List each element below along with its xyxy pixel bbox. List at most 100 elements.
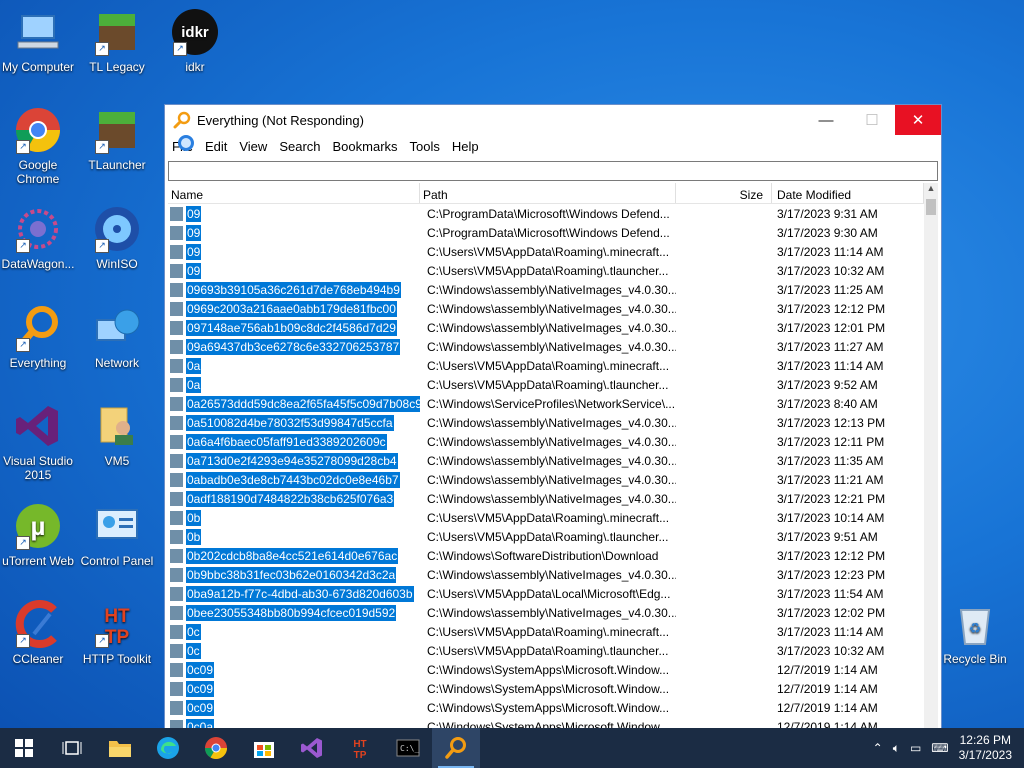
- desktop-icon-ccleaner[interactable]: ↗ CCleaner: [0, 600, 76, 666]
- desktop-icon-control-panel[interactable]: Control Panel: [79, 502, 155, 568]
- taskbar-edge[interactable]: [144, 728, 192, 768]
- table-row[interactable]: 0a C:\Users\VM5\AppData\Roaming\.minecraf…: [168, 356, 924, 375]
- minimize-button[interactable]: —: [803, 105, 849, 135]
- task-view-button[interactable]: [48, 728, 96, 768]
- taskbar-chrome[interactable]: [192, 728, 240, 768]
- column-header-name[interactable]: Name: [168, 183, 420, 203]
- desktop-icon-idkr[interactable]: idkr ↗ idkr: [157, 8, 233, 74]
- menu-help[interactable]: Help: [452, 139, 487, 154]
- taskbar-http-toolkit[interactable]: HT TP: [336, 728, 384, 768]
- desktop-icon-vm5[interactable]: VM5: [79, 402, 155, 468]
- menu-tools[interactable]: Tools: [410, 139, 448, 154]
- table-row[interactable]: 09 C:\ProgramData\Microsoft\Windows Defen…: [168, 204, 924, 223]
- table-row[interactable]: 0b9bbc38b31fec03b62e0160342d3c2a C:\Windo…: [168, 565, 924, 584]
- desktop-icon-recycle-bin[interactable]: ♻ Recycle Bin: [937, 600, 1013, 666]
- table-row[interactable]: 0969c2003a216aae0abb179de81fbc00 C:\Windo…: [168, 299, 924, 318]
- cell-path: C:\Windows\assembly\NativeImages_v4.0.30…: [427, 472, 676, 487]
- menu-bookmarks[interactable]: Bookmarks: [333, 139, 406, 154]
- table-row[interactable]: 0ba9a12b-f77c-4dbd-ab30-673d820d603b C:\U…: [168, 584, 924, 603]
- table-row[interactable]: 09a69437db3ce6278c6e332706253787 C:\Windo…: [168, 337, 924, 356]
- table-row[interactable]: 0a713d0e2f4293e94e35278099d28cb4 C:\Windo…: [168, 451, 924, 470]
- volume-icon[interactable]: 🔈︎: [893, 741, 900, 756]
- svg-text:♻: ♻: [969, 621, 982, 637]
- taskbar-store[interactable]: [240, 728, 288, 768]
- taskbar-everything[interactable]: [432, 728, 480, 768]
- window-title: Everything (Not Responding): [197, 112, 364, 128]
- table-row[interactable]: 0abadb0e3de8cb7443bc02dc0e8e46b7 C:\Windo…: [168, 470, 924, 489]
- table-row[interactable]: 0b C:\Users\VM5\AppData\Roaming\.minecraf…: [168, 508, 924, 527]
- table-row[interactable]: 0a510082d4be78032f53d99847d5ccfa C:\Windo…: [168, 413, 924, 432]
- menu-search[interactable]: Search: [279, 139, 328, 154]
- menu-bar: File Edit View Search Bookmarks Tools He…: [165, 135, 941, 157]
- desktop-icon-visual-studio[interactable]: Visual Studio 2015: [0, 402, 76, 482]
- table-row[interactable]: 0b C:\Users\VM5\AppData\Roaming\.tlaunche…: [168, 527, 924, 546]
- table-row[interactable]: 0c C:\Users\VM5\AppData\Roaming\.tlaunche…: [168, 641, 924, 660]
- cell-path: C:\Users\VM5\AppData\Roaming\.tlauncher.…: [427, 529, 669, 544]
- table-row[interactable]: 09 C:\Users\VM5\AppData\Roaming\.tlaunche…: [168, 261, 924, 280]
- file-name: 0c: [186, 623, 201, 640]
- window-titlebar[interactable]: Everything (Not Responding) — ☐ ✕: [165, 105, 941, 135]
- results-rows: 09 C:\ProgramData\Microsoft\Windows Defen…: [168, 204, 924, 736]
- cell-name: 097148ae756ab1b09c8dc2f4586d7d29: [168, 319, 420, 336]
- cell-date-modified: 3/17/2023 10:32 AM: [777, 263, 885, 278]
- desktop-icon-my-computer[interactable]: My Computer: [0, 8, 76, 74]
- start-button[interactable]: [0, 728, 48, 768]
- desktop-icon-http-toolkit[interactable]: HT TP ↗ HTTP Toolkit: [79, 600, 155, 666]
- task-view-icon: [62, 741, 82, 755]
- column-header-size[interactable]: Size: [676, 183, 772, 203]
- desktop-icon-tlauncher[interactable]: ↗ TLauncher: [79, 106, 155, 172]
- scroll-up-icon[interactable]: ▲: [924, 183, 938, 197]
- table-row[interactable]: 0a C:\Users\VM5\AppData\Roaming\.tlaunche…: [168, 375, 924, 394]
- keyboard-icon[interactable]: ⌨: [931, 741, 948, 755]
- table-row[interactable]: 097148ae756ab1b09c8dc2f4586d7d29 C:\Windo…: [168, 318, 924, 337]
- desktop-icon-network[interactable]: Network: [79, 304, 155, 370]
- menu-view[interactable]: View: [239, 139, 275, 154]
- column-header-path[interactable]: Path: [420, 183, 676, 203]
- table-row[interactable]: 09 C:\ProgramData\Microsoft\Windows Defen…: [168, 223, 924, 242]
- desktop-icon-winiso[interactable]: ↗ WinISO: [79, 205, 155, 271]
- close-button[interactable]: ✕: [895, 105, 941, 135]
- table-row[interactable]: 0c09 C:\Windows\SystemApps\Microsoft.Wind…: [168, 660, 924, 679]
- taskbar-visual-studio[interactable]: [288, 728, 336, 768]
- clock[interactable]: 12:26 PM 3/17/2023: [959, 733, 1012, 763]
- cell-date-modified: 3/17/2023 12:13 PM: [777, 415, 886, 430]
- desktop-icon-tl-legacy[interactable]: ↗ TL Legacy: [79, 8, 155, 74]
- desktop-icon-google-chrome[interactable]: ↗ Google Chrome: [0, 106, 76, 186]
- cell-path: C:\Windows\SoftwareDistribution\Download: [427, 548, 659, 563]
- tray-chevron-up-icon[interactable]: ⌃: [873, 741, 883, 755]
- cell-path: C:\Windows\assembly\NativeImages_v4.0.30…: [427, 339, 676, 354]
- desktop-icon-everything[interactable]: ↗ Everything: [0, 304, 76, 370]
- maximize-button[interactable]: ☐: [849, 105, 895, 135]
- table-row[interactable]: 0b202cdcb8ba8e4cc521e614d0e676ac C:\Windo…: [168, 546, 924, 565]
- cell-date-modified: 3/17/2023 11:14 AM: [777, 358, 884, 373]
- search-input[interactable]: [168, 161, 938, 181]
- menu-edit[interactable]: Edit: [205, 139, 235, 154]
- table-row[interactable]: 0a26573ddd59dc8ea2f65fa45f5c09d7b08c9...…: [168, 394, 924, 413]
- cell-name: 09: [168, 243, 420, 260]
- network-tray-icon[interactable]: ▭: [910, 741, 921, 755]
- cell-date-modified: 3/17/2023 11:14 AM: [777, 624, 884, 639]
- table-row[interactable]: 0bee23055348bb80b994cfcec019d592 C:\Windo…: [168, 603, 924, 622]
- cell-name: 0b202cdcb8ba8e4cc521e614d0e676ac: [168, 547, 420, 564]
- table-row[interactable]: 09 C:\Users\VM5\AppData\Roaming\.minecraf…: [168, 242, 924, 261]
- file-name: 0b202cdcb8ba8e4cc521e614d0e676ac: [186, 547, 399, 564]
- table-row[interactable]: 0c C:\Users\VM5\AppData\Roaming\.minecraf…: [168, 622, 924, 641]
- taskbar-file-explorer[interactable]: [96, 728, 144, 768]
- desktop-icon-datawagon[interactable]: ↗ DataWagon...: [0, 205, 76, 271]
- vertical-scrollbar[interactable]: ▲: [924, 183, 938, 743]
- scroll-thumb[interactable]: [926, 199, 936, 215]
- desktop-icon-utorrent-web[interactable]: µ ↗ uTorrent Web: [0, 502, 76, 568]
- cell-name: 0a: [168, 357, 420, 374]
- cell-date-modified: 12/7/2019 1:14 AM: [777, 700, 878, 715]
- cell-path: C:\Users\VM5\AppData\Roaming\.tlauncher.…: [427, 377, 669, 392]
- table-row[interactable]: 0a6a4f6baec05faff91ed3389202609c C:\Windo…: [168, 432, 924, 451]
- table-row[interactable]: 09693b39105a36c261d7de768eb494b9 C:\Windo…: [168, 280, 924, 299]
- table-row[interactable]: 0c09 C:\Windows\SystemApps\Microsoft.Wind…: [168, 679, 924, 698]
- table-row[interactable]: 0c09 C:\Windows\SystemApps\Microsoft.Wind…: [168, 698, 924, 717]
- table-row[interactable]: 0adf188190d7484822b38cb625f076a3 C:\Windo…: [168, 489, 924, 508]
- column-header-date-modified[interactable]: Date Modified: [772, 183, 924, 203]
- cell-date-modified: 12/7/2019 1:14 AM: [777, 681, 878, 696]
- cell-path: C:\Windows\assembly\NativeImages_v4.0.30…: [427, 320, 676, 335]
- file-name: 0ba9a12b-f77c-4dbd-ab30-673d820d603b: [186, 585, 414, 602]
- taskbar-command-prompt[interactable]: C:\_: [384, 728, 432, 768]
